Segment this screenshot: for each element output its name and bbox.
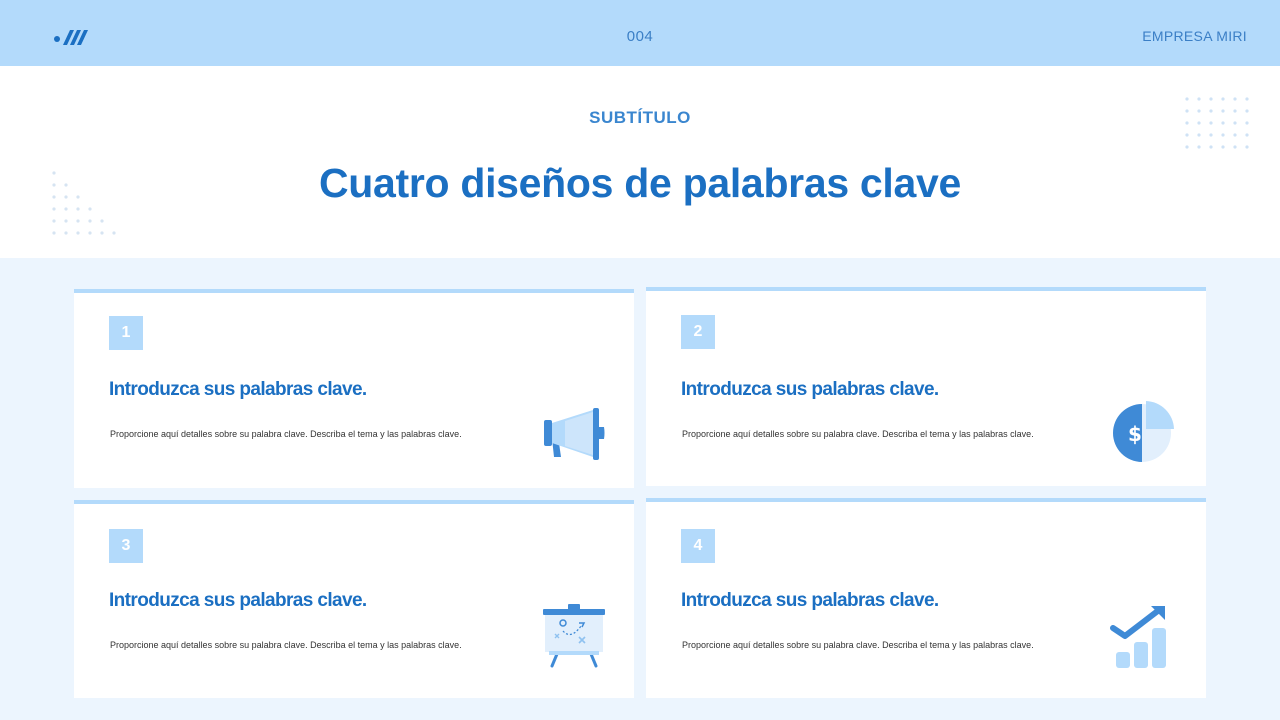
card-description: Proporcione aquí detalles sobre su palab…: [110, 429, 462, 439]
card-description: Proporcione aquí detalles sobre su palab…: [110, 640, 462, 650]
strategy-board-icon: [543, 604, 605, 668]
card-number-badge: 3: [109, 529, 143, 563]
card-number-badge: 4: [681, 529, 715, 563]
card-title: Introduzca sus palabras clave.: [109, 590, 367, 611]
slide-subtitle: SUBTÍTULO: [589, 108, 691, 127]
header-bar: 004 EMPRESA MIRI: [0, 0, 1280, 66]
slide-title: Cuatro diseños de palabras clave: [318, 160, 962, 206]
keyword-card-2: 2 Introduzca sus palabras clave. Proporc…: [646, 287, 1206, 486]
dollar-pie-chart-icon: $: [1113, 401, 1174, 462]
card-number-badge: 2: [681, 315, 715, 349]
company-name: EMPRESA MIRI: [1142, 28, 1247, 44]
keyword-card-3: 3 Introduzca sus palabras clave. Proporc…: [74, 500, 634, 698]
growth-bar-chart-icon: [1110, 606, 1166, 668]
page-number: 004: [626, 28, 654, 45]
megaphone-icon: [544, 408, 605, 460]
svg-text:$: $: [1128, 422, 1142, 446]
card-number-badge: 1: [109, 316, 143, 350]
card-description: Proporcione aquí detalles sobre su palab…: [682, 429, 1034, 439]
keyword-card-1: 1 Introduzca sus palabras clave. Proporc…: [74, 289, 634, 488]
keyword-card-4: 4 Introduzca sus palabras clave. Proporc…: [646, 498, 1206, 698]
card-title: Introduzca sus palabras clave.: [681, 590, 939, 611]
card-description: Proporcione aquí detalles sobre su palab…: [682, 640, 1034, 650]
card-title: Introduzca sus palabras clave.: [109, 379, 367, 400]
card-title: Introduzca sus palabras clave.: [681, 379, 939, 400]
